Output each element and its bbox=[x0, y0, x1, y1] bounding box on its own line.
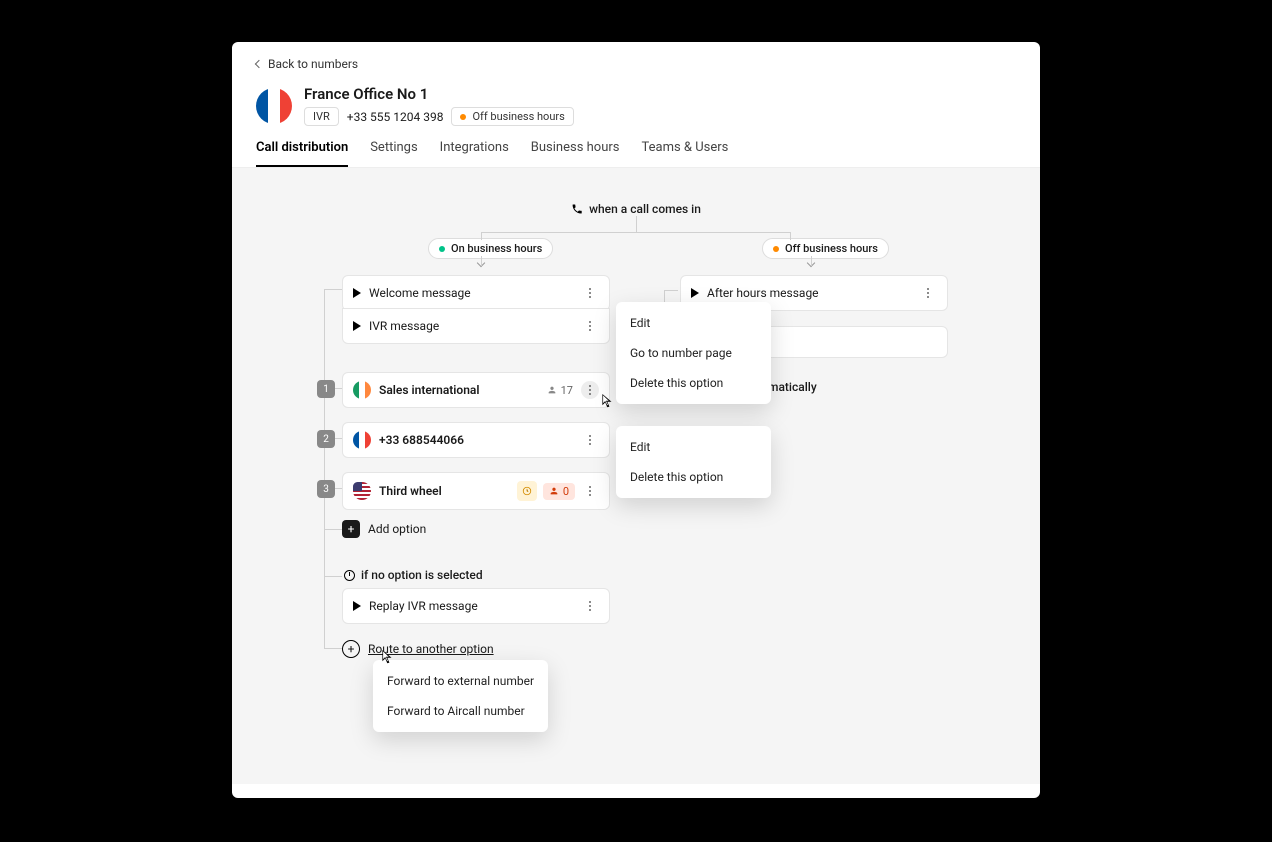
play-icon bbox=[353, 321, 361, 331]
tabs: Call distribution Settings Integrations … bbox=[232, 126, 1040, 168]
replay-ivr-card[interactable]: Replay IVR message bbox=[342, 588, 610, 624]
flow-canvas: when a call comes in On business hours O… bbox=[232, 168, 1040, 784]
off-hours-chip: Off business hours bbox=[762, 238, 889, 259]
back-link[interactable]: Back to numbers bbox=[256, 57, 358, 71]
more-menu-button[interactable] bbox=[581, 482, 599, 500]
tab-integrations[interactable]: Integrations bbox=[440, 140, 509, 167]
tab-teams-users[interactable]: Teams & Users bbox=[642, 140, 729, 167]
more-menu-button[interactable] bbox=[581, 431, 599, 449]
menu-item-delete[interactable]: Delete this option bbox=[616, 462, 771, 492]
warning-badge bbox=[517, 481, 537, 501]
option-2-card[interactable]: +33 688544066 bbox=[342, 422, 610, 458]
option-number-2: 2 bbox=[317, 430, 335, 448]
add-option-button[interactable]: + Add option bbox=[342, 520, 426, 538]
flow-root-label: when a call comes in bbox=[571, 202, 701, 216]
flag-ireland-icon bbox=[353, 381, 371, 399]
play-icon bbox=[691, 288, 699, 298]
welcome-message-card[interactable]: Welcome message bbox=[342, 275, 610, 311]
more-menu-button[interactable] bbox=[581, 597, 599, 615]
flag-france-icon bbox=[256, 88, 292, 124]
route-another-link[interactable]: + Route to another option bbox=[342, 640, 494, 658]
ivr-message-card[interactable]: IVR message bbox=[342, 308, 610, 344]
plus-circle-icon: + bbox=[342, 640, 360, 658]
option-3-card[interactable]: Third wheel 0 bbox=[342, 472, 610, 510]
option-number-1: 1 bbox=[317, 380, 335, 398]
tab-settings[interactable]: Settings bbox=[370, 140, 417, 167]
option-1-card[interactable]: Sales international 17 bbox=[342, 372, 610, 408]
more-menu-button[interactable] bbox=[919, 284, 937, 302]
page-title: France Office No 1 bbox=[304, 85, 574, 103]
status-badge: Off business hours bbox=[451, 107, 573, 126]
user-count-zero-badge: 0 bbox=[543, 483, 575, 500]
on-hours-chip: On business hours bbox=[428, 238, 553, 259]
clock-icon bbox=[344, 570, 355, 581]
play-icon bbox=[353, 601, 361, 611]
menu-item-goto-number[interactable]: Go to number page bbox=[616, 338, 771, 368]
chevron-left-icon bbox=[255, 60, 263, 68]
green-dot-icon bbox=[439, 246, 445, 252]
flag-us-icon bbox=[353, 482, 371, 500]
app-window: Back to numbers France Office No 1 IVR +… bbox=[232, 42, 1040, 798]
option-number-3: 3 bbox=[317, 480, 335, 498]
phone-icon bbox=[571, 203, 583, 215]
plus-icon: + bbox=[342, 520, 360, 538]
user-count-badge: 17 bbox=[547, 384, 573, 397]
tab-call-distribution[interactable]: Call distribution bbox=[256, 140, 348, 167]
play-icon bbox=[353, 288, 361, 298]
context-menu-option-2: Edit Delete this option bbox=[616, 426, 771, 498]
menu-item-forward-external[interactable]: Forward to external number bbox=[373, 666, 548, 696]
no-option-label: if no option is selected bbox=[344, 568, 483, 582]
phone-number: +33 555 1204 398 bbox=[347, 110, 444, 124]
more-menu-button[interactable] bbox=[581, 317, 599, 335]
back-label: Back to numbers bbox=[268, 57, 358, 71]
tab-business-hours[interactable]: Business hours bbox=[531, 140, 620, 167]
status-dot-icon bbox=[460, 114, 466, 120]
route-options-menu: Forward to external number Forward to Ai… bbox=[373, 660, 548, 732]
end-call-label-partial: matically bbox=[768, 380, 817, 394]
ivr-badge: IVR bbox=[304, 107, 339, 126]
flag-france-small-icon bbox=[353, 431, 371, 449]
more-menu-button[interactable] bbox=[581, 381, 599, 399]
cursor-icon bbox=[601, 392, 615, 410]
orange-dot-icon bbox=[773, 246, 779, 252]
cursor-icon bbox=[381, 648, 395, 666]
menu-item-edit[interactable]: Edit bbox=[616, 308, 771, 338]
context-menu-option: Edit Go to number page Delete this optio… bbox=[616, 302, 771, 404]
menu-item-edit[interactable]: Edit bbox=[616, 432, 771, 462]
more-menu-button[interactable] bbox=[581, 284, 599, 302]
menu-item-forward-aircall[interactable]: Forward to Aircall number bbox=[373, 696, 548, 726]
menu-item-delete[interactable]: Delete this option bbox=[616, 368, 771, 398]
